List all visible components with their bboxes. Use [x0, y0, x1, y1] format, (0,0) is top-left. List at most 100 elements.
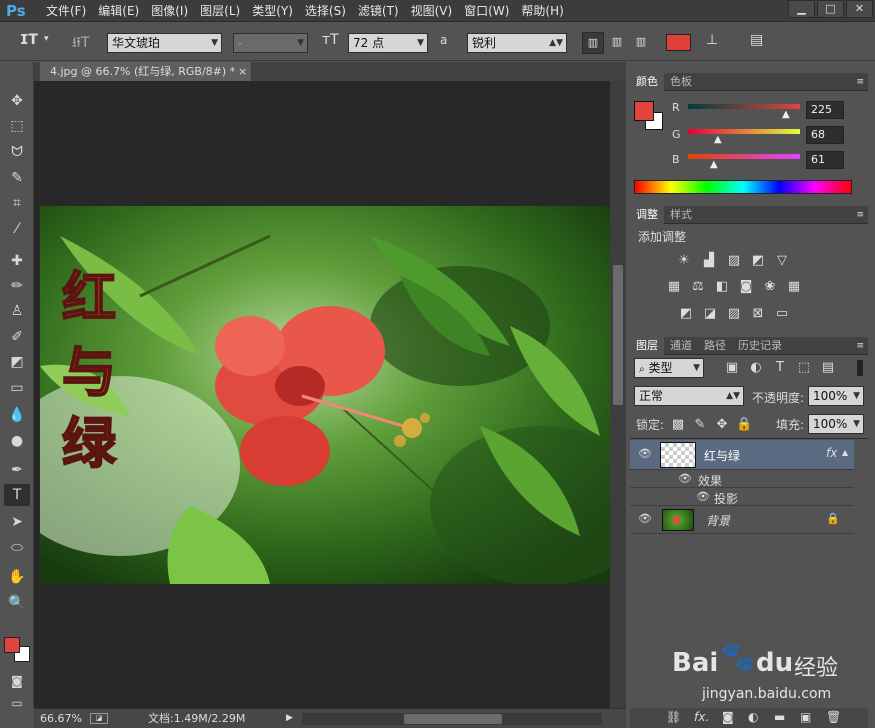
g-slider-handle[interactable]: ▲	[714, 134, 722, 145]
new-adjustment-icon[interactable]: ◐	[748, 710, 758, 724]
align-center-button[interactable]: ▥	[606, 32, 628, 54]
gradient-map-icon[interactable]: ▭	[774, 307, 790, 321]
new-group-icon[interactable]: ▬	[774, 710, 785, 724]
menu-filter[interactable]: 滤镜(T)	[352, 0, 405, 22]
eye-icon[interactable]: 👁	[696, 490, 710, 503]
history-brush-tool-icon[interactable]: ✐	[4, 326, 30, 348]
layer-row-background[interactable]: 👁 背景 🔒	[630, 506, 854, 534]
panel-menu-icon[interactable]: ≡	[856, 206, 864, 224]
tab-channels[interactable]: 通道	[664, 337, 698, 355]
r-slider-handle[interactable]: ▲	[782, 109, 790, 120]
eye-icon[interactable]: 👁	[638, 512, 652, 525]
tab-styles[interactable]: 样式	[664, 206, 698, 224]
menu-view[interactable]: 视图(V)	[405, 0, 459, 22]
lock-position-icon[interactable]: ✥	[714, 418, 730, 432]
document-tab[interactable]: 4.jpg @ 66.7% (红与绿, RGB/8#) * ×	[40, 62, 252, 81]
chevron-up-icon[interactable]: ▲	[842, 448, 848, 457]
maximize-button[interactable]: □	[817, 0, 844, 18]
filter-shape-icon[interactable]: ⬚	[796, 361, 812, 375]
r-value-field[interactable]: 225	[806, 101, 844, 119]
brush-tool-icon[interactable]: ✏	[4, 275, 30, 297]
filter-toggle[interactable]	[857, 360, 863, 376]
close-tab-icon[interactable]: ×	[238, 62, 247, 81]
zoom-tool-icon[interactable]: 🔍	[4, 592, 30, 614]
g-slider[interactable]	[688, 129, 800, 134]
warp-text-icon[interactable]: ⊥	[706, 32, 718, 48]
quick-mask-icon[interactable]: ◙	[4, 670, 30, 692]
blur-tool-icon[interactable]: 💧	[4, 404, 30, 426]
status-menu-arrow-icon[interactable]: ▶	[286, 709, 293, 728]
b-value-field[interactable]: 61	[806, 151, 844, 169]
eyedropper-tool-icon[interactable]: ⁄	[4, 218, 30, 240]
menu-help[interactable]: 帮助(H)	[515, 0, 569, 22]
path-select-tool-icon[interactable]: ➤	[4, 511, 30, 533]
ellipse-tool-icon[interactable]: ⬭	[4, 537, 30, 559]
filter-pixel-icon[interactable]: ▣	[724, 361, 740, 375]
levels-icon[interactable]: ▟	[701, 254, 717, 268]
menu-edit[interactable]: 编辑(E)	[92, 0, 145, 22]
tab-history[interactable]: 历史记录	[732, 337, 788, 355]
eye-icon[interactable]: 👁	[678, 472, 692, 485]
close-button[interactable]: ✕	[846, 0, 873, 18]
invert-icon[interactable]: ◩	[678, 307, 694, 321]
align-left-button[interactable]: ▥	[582, 32, 604, 54]
filter-adjustment-icon[interactable]: ◐	[748, 361, 764, 375]
exposure-icon[interactable]: ◩	[750, 254, 766, 268]
layer-filter-select[interactable]: ⌕ 类型 ▼	[634, 358, 704, 378]
color-spectrum[interactable]	[634, 180, 852, 194]
delete-layer-icon[interactable]: 🗑	[826, 710, 841, 724]
blend-mode-select[interactable]: 正常 ▲▼	[634, 386, 744, 406]
opacity-field[interactable]: 100% ▼	[808, 386, 864, 406]
fx-badge[interactable]: fx	[826, 446, 837, 460]
layer-effect-row[interactable]: 👁 投影	[630, 488, 854, 506]
color-balance-icon[interactable]: ⚖	[690, 280, 706, 294]
photo-filter-icon[interactable]: ◙	[738, 280, 754, 294]
pen-tool-icon[interactable]: ✒	[4, 459, 30, 481]
layer-effects-row[interactable]: 👁 效果	[630, 470, 854, 488]
panel-menu-icon[interactable]: ≡	[856, 337, 864, 355]
menu-window[interactable]: 窗口(W)	[458, 0, 515, 22]
b-slider[interactable]	[688, 154, 800, 159]
gradient-tool-icon[interactable]: ▭	[4, 377, 30, 399]
quick-select-tool-icon[interactable]: ✎	[4, 167, 30, 189]
panel-menu-icon[interactable]: ≡	[856, 73, 864, 91]
dodge-tool-icon[interactable]: ●	[4, 430, 30, 452]
type-tool-icon[interactable]: T	[4, 484, 30, 506]
align-right-button[interactable]: ▥	[630, 32, 652, 54]
lock-pixels-icon[interactable]: ✎	[692, 418, 708, 432]
menu-select[interactable]: 选择(S)	[299, 0, 352, 22]
eye-icon[interactable]: 👁	[638, 447, 652, 460]
link-layers-icon[interactable]: ⛓	[666, 710, 681, 724]
screen-mode-icon[interactable]: ▭	[4, 692, 30, 714]
add-mask-icon[interactable]: ◙	[722, 710, 734, 724]
horizontal-scroll-thumb[interactable]	[404, 714, 502, 724]
minimize-button[interactable]: ▁	[788, 0, 815, 18]
font-style-select[interactable]: - ▼	[233, 33, 308, 53]
marquee-tool-icon[interactable]: ⬚	[4, 115, 30, 137]
stamp-tool-icon[interactable]: ♙	[4, 300, 30, 322]
black-white-icon[interactable]: ◧	[714, 280, 730, 294]
posterize-icon[interactable]: ◪	[702, 307, 718, 321]
text-color-swatch[interactable]	[666, 34, 691, 51]
layer-name[interactable]: 背景	[706, 512, 730, 529]
fill-field[interactable]: 100% ▼	[808, 414, 864, 434]
font-size-select[interactable]: 72 点 ▼	[348, 33, 428, 53]
threshold-icon[interactable]: ▨	[726, 307, 742, 321]
crop-tool-icon[interactable]: ⌗	[4, 192, 30, 214]
tab-swatches[interactable]: 色板	[664, 73, 698, 91]
chevron-down-icon[interactable]: ▾	[44, 34, 49, 44]
document-image[interactable]: 红 与 绿	[40, 206, 610, 584]
lock-all-icon[interactable]: 🔒	[736, 418, 752, 432]
eraser-tool-icon[interactable]: ◩	[4, 351, 30, 373]
type-tool-preset-icon[interactable]: ⵊT	[20, 32, 38, 48]
layer-name[interactable]: 红与绿	[704, 447, 740, 464]
tab-layers[interactable]: 图层	[630, 337, 664, 355]
new-layer-icon[interactable]: ▣	[800, 710, 811, 724]
zoom-level[interactable]: 66.67%	[40, 709, 82, 728]
lasso-tool-icon[interactable]: ᗢ	[4, 141, 30, 163]
fx-menu-icon[interactable]: fx.	[694, 710, 709, 724]
menu-layer[interactable]: 图层(L)	[194, 0, 246, 22]
color-lookup-icon[interactable]: ▦	[786, 280, 802, 294]
tab-adjustments[interactable]: 调整	[630, 206, 664, 224]
b-slider-handle[interactable]: ▲	[710, 159, 718, 170]
